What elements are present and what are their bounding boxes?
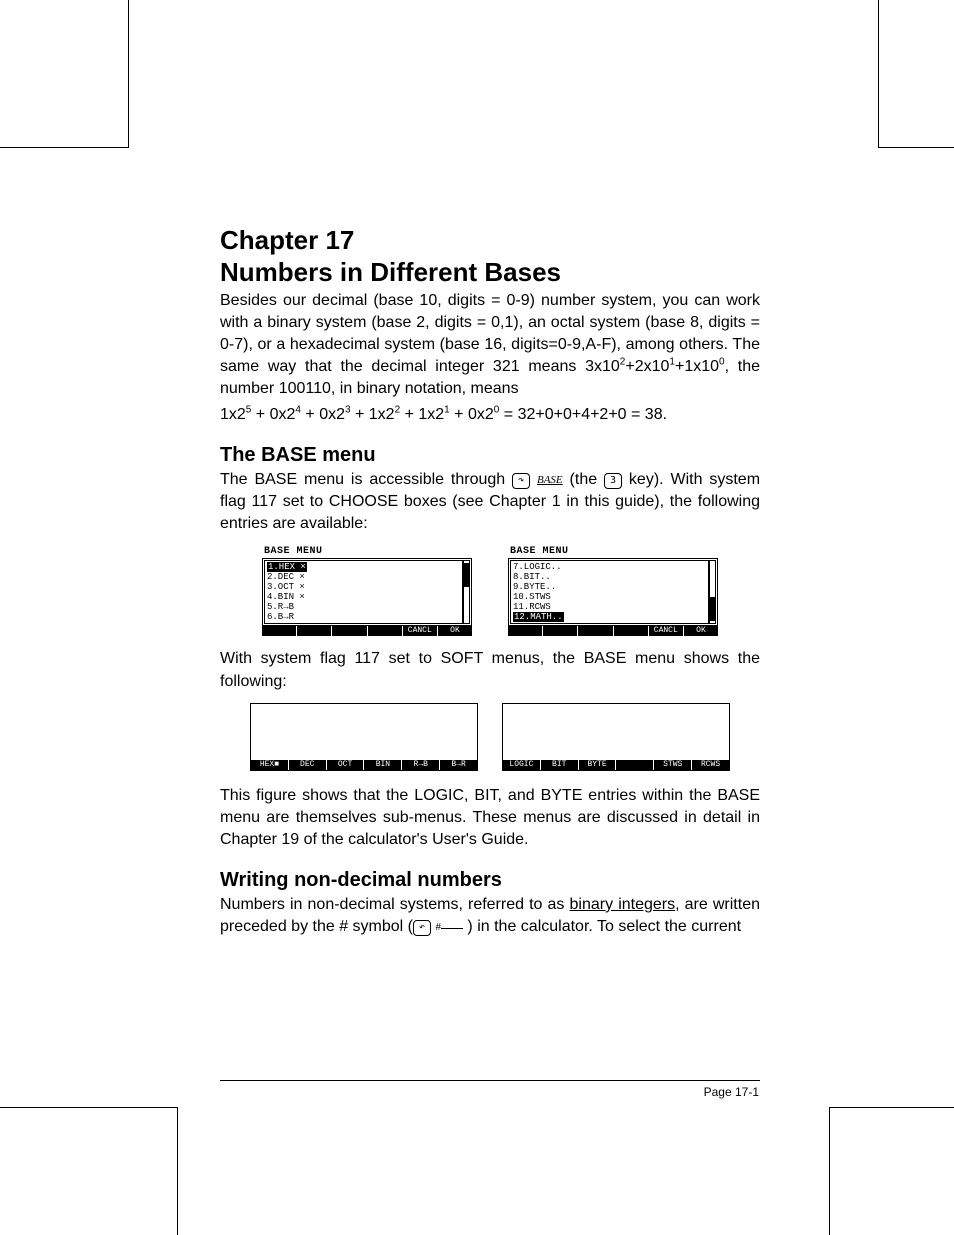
base-menu-paragraph-2: With system flag 117 set to SOFT menus, …	[220, 648, 760, 692]
crop-mark	[829, 1107, 954, 1108]
right-shift-key-icon: ↷	[512, 473, 530, 489]
list-item: 6.B→R	[267, 612, 294, 622]
underlined-term: binary integers	[570, 896, 676, 913]
choose-box-title: BASE MENU	[508, 545, 718, 559]
text: +2x10	[625, 358, 669, 375]
softkey-bin: BIN	[364, 760, 402, 770]
choose-box-figures: BASE MENU 1.HEX × 2.DEC × 3.OCT × 4.BIN …	[220, 545, 760, 636]
crop-mark	[0, 147, 129, 148]
text: +1x10	[675, 358, 719, 375]
softkey-dec: DEC	[289, 760, 327, 770]
softkey-bit: BIT	[541, 760, 579, 770]
chapter-title: Numbers in Different Bases	[220, 258, 760, 288]
chapter-number: Chapter 17	[220, 226, 760, 256]
softkey-row: CANCL OK	[508, 626, 718, 636]
softkey-cancel: CANCL	[403, 626, 438, 636]
text: + 0x2	[301, 406, 345, 423]
choose-list: 1.HEX × 2.DEC × 3.OCT × 4.BIN × 5.R→B 6.…	[265, 561, 462, 623]
text: Numbers in non-decimal systems, referred…	[220, 896, 570, 913]
page-number: Page 17-1	[704, 1085, 759, 1099]
softkey-blank	[616, 760, 654, 770]
left-shift-key-icon: ↶	[413, 920, 431, 936]
softkey-ok: OK	[438, 626, 472, 636]
hash-key-label: #	[435, 921, 441, 933]
section-heading-base-menu: The BASE menu	[220, 444, 760, 467]
key-3-icon: 3	[604, 473, 622, 489]
softkey-ok: OK	[684, 626, 718, 636]
base-menu-paragraph-1: The BASE menu is accessible through ↷ BA…	[220, 469, 760, 535]
crop-mark	[878, 0, 879, 148]
intro-paragraph: Besides our decimal (base 10, digits = 0…	[220, 290, 760, 400]
crop-mark	[878, 147, 954, 148]
list-item: 11.RCWS	[513, 602, 551, 612]
softkey	[297, 626, 332, 636]
section-heading-writing: Writing non-decimal numbers	[220, 869, 760, 892]
list-item: 3.OCT ×	[267, 582, 305, 592]
footer-rule	[220, 1080, 760, 1081]
text: (the	[570, 471, 604, 488]
list-item: 2.DEC ×	[267, 572, 305, 582]
text: ) in the calculator. To select the curre…	[463, 918, 741, 935]
choose-box-left: BASE MENU 1.HEX × 2.DEC × 3.OCT × 4.BIN …	[262, 545, 472, 636]
list-item: 12.MATH..	[513, 612, 564, 622]
text: + 1x2	[400, 406, 444, 423]
softkey-hex: HEX■	[251, 760, 289, 770]
softkey	[578, 626, 613, 636]
text: The BASE menu is accessible through	[220, 471, 512, 488]
base-key-label: BASE	[537, 474, 563, 486]
text: + 0x2	[251, 406, 295, 423]
softkey-byte: BYTE	[579, 760, 617, 770]
scrollbar	[463, 560, 470, 624]
choose-list: 7.LOGIC.. 8.BIT.. 9.BYTE.. 10.STWS 11.RC…	[511, 561, 708, 623]
crop-mark	[0, 1107, 178, 1108]
softkey	[614, 626, 649, 636]
softkey	[543, 626, 578, 636]
base-menu-paragraph-3: This figure shows that the LOGIC, BIT, a…	[220, 785, 760, 851]
softkey	[508, 626, 543, 636]
list-item: 8.BIT..	[513, 572, 551, 582]
softkey-rcws: RCWS	[692, 760, 729, 770]
softkey-stws: STWS	[654, 760, 692, 770]
crop-mark	[128, 0, 129, 148]
soft-menu-figures: HEX■ DEC OCT BIN R→B B→R LOGIC BIT BYTE …	[220, 703, 760, 771]
list-item: 7.LOGIC..	[513, 562, 562, 572]
softkey-oct: OCT	[327, 760, 365, 770]
text: = 32+0+0+4+2+0 = 38.	[499, 406, 667, 423]
list-item: 1.HEX ×	[267, 562, 307, 572]
binary-equation: 1x25 + 0x24 + 0x23 + 1x22 + 1x21 + 0x20 …	[220, 404, 760, 426]
softkey-logic: LOGIC	[503, 760, 541, 770]
softkey	[332, 626, 367, 636]
softkey-row: CANCL OK	[262, 626, 472, 636]
crop-mark	[177, 1107, 178, 1235]
choose-box-right: BASE MENU 7.LOGIC.. 8.BIT.. 9.BYTE.. 10.…	[508, 545, 718, 636]
list-item: 10.STWS	[513, 592, 551, 602]
list-item: 4.BIN ×	[267, 592, 305, 602]
list-item: 9.BYTE..	[513, 582, 556, 592]
softkey-cancel: CANCL	[649, 626, 684, 636]
text: + 0x2	[450, 406, 494, 423]
softkey-rtob: R→B	[402, 760, 440, 770]
softkey	[262, 626, 297, 636]
scrollbar	[709, 560, 716, 624]
soft-menu-right: LOGIC BIT BYTE STWS RCWS	[502, 703, 730, 771]
text: 1x2	[220, 406, 246, 423]
softkey	[368, 626, 403, 636]
writing-paragraph-1: Numbers in non-decimal systems, referred…	[220, 894, 760, 938]
list-item: 5.R→B	[267, 602, 294, 612]
soft-menu-left: HEX■ DEC OCT BIN R→B B→R	[250, 703, 478, 771]
softkey-btor: B→R	[440, 760, 477, 770]
choose-box-title: BASE MENU	[262, 545, 472, 559]
blank-line	[441, 928, 463, 929]
crop-mark	[829, 1107, 830, 1235]
text: + 1x2	[351, 406, 395, 423]
